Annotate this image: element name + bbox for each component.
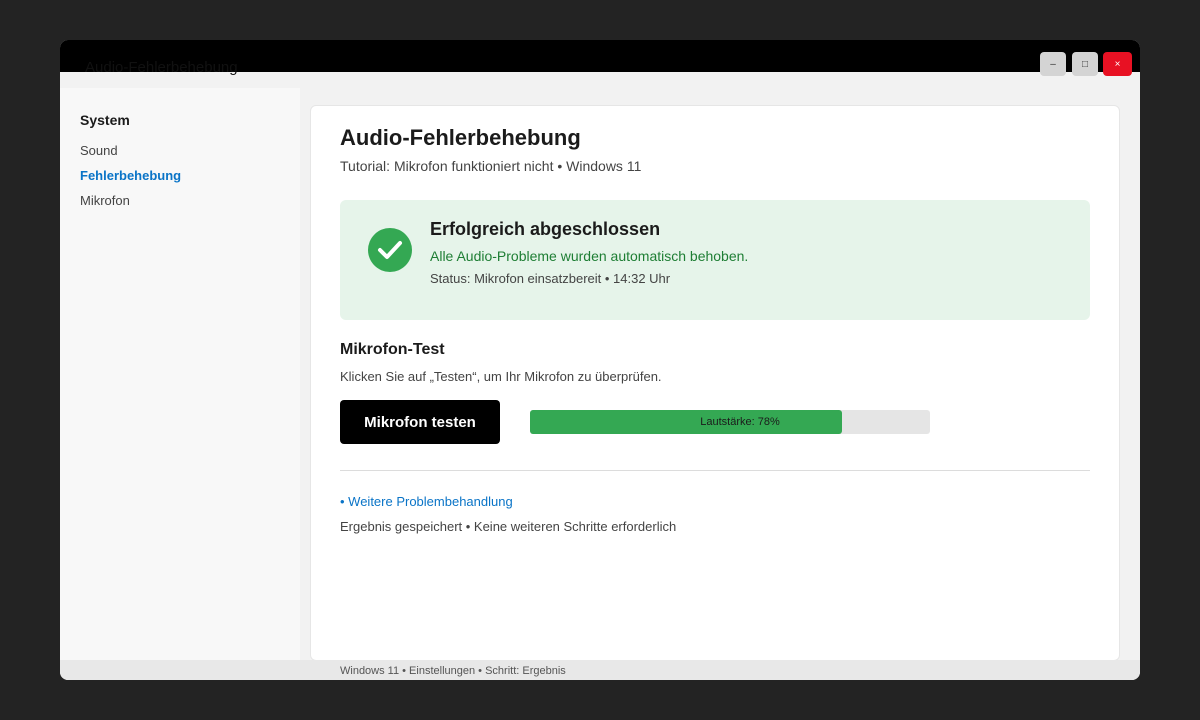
test-microphone-button[interactable]: Mikrofon testen — [340, 400, 500, 444]
status-bar-text: Windows 11 • Einstellungen • Schritt: Er… — [340, 665, 566, 677]
close-icon: × — [1114, 58, 1121, 70]
app-window: Audio-Fehlerbehebung – □ × System Sound … — [60, 40, 1140, 680]
content-panel: Audio-Fehlerbehebung Tutorial: Mikrofon … — [310, 105, 1120, 661]
minimize-button[interactable]: – — [1040, 52, 1066, 76]
checkmark-icon — [368, 228, 412, 272]
sidebar-item-fehlerbehebung[interactable]: Fehlerbehebung — [80, 168, 181, 183]
volume-label: Lautstärke: 78% — [700, 416, 780, 428]
sidebar-item-mikrofon[interactable]: Mikrofon — [80, 193, 130, 208]
maximize-icon: □ — [1081, 58, 1089, 70]
result-text: Ergebnis gespeichert • Keine weiteren Sc… — [340, 519, 677, 534]
success-message: Alle Audio-Probleme wurden automatisch b… — [430, 248, 749, 264]
divider — [340, 470, 1090, 471]
sidebar: System Sound Fehlerbehebung Mikrofon — [60, 88, 300, 660]
status-bar: Windows 11 • Einstellungen • Schritt: Er… — [60, 660, 1140, 680]
success-status: Status: Mikrofon einsatzbereit • 14:32 U… — [430, 271, 671, 286]
title-bar[interactable]: Audio-Fehlerbehebung – □ × — [60, 40, 1140, 76]
close-button[interactable]: × — [1103, 52, 1132, 76]
window-title: Audio-Fehlerbehebung — [85, 59, 238, 76]
mic-test-description: Klicken Sie auf „Testen“, um Ihr Mikrofo… — [340, 369, 662, 384]
mic-test-title: Mikrofon-Test — [340, 341, 445, 358]
page-title: Audio-Fehlerbehebung — [340, 125, 581, 150]
success-banner: Erfolgreich abgeschlossen Alle Audio-Pro… — [340, 200, 1090, 320]
volume-meter: Lautstärke: 78% — [530, 410, 930, 434]
minimize-icon: – — [1050, 58, 1056, 70]
sidebar-heading: System — [80, 112, 130, 128]
more-troubleshooting-link[interactable]: • Weitere Problembehandlung — [340, 494, 513, 509]
sidebar-item-sound[interactable]: Sound — [80, 143, 118, 158]
page-subtitle: Tutorial: Mikrofon funktioniert nicht • … — [340, 158, 642, 174]
maximize-button[interactable]: □ — [1072, 52, 1098, 76]
success-title: Erfolgreich abgeschlossen — [430, 219, 661, 239]
